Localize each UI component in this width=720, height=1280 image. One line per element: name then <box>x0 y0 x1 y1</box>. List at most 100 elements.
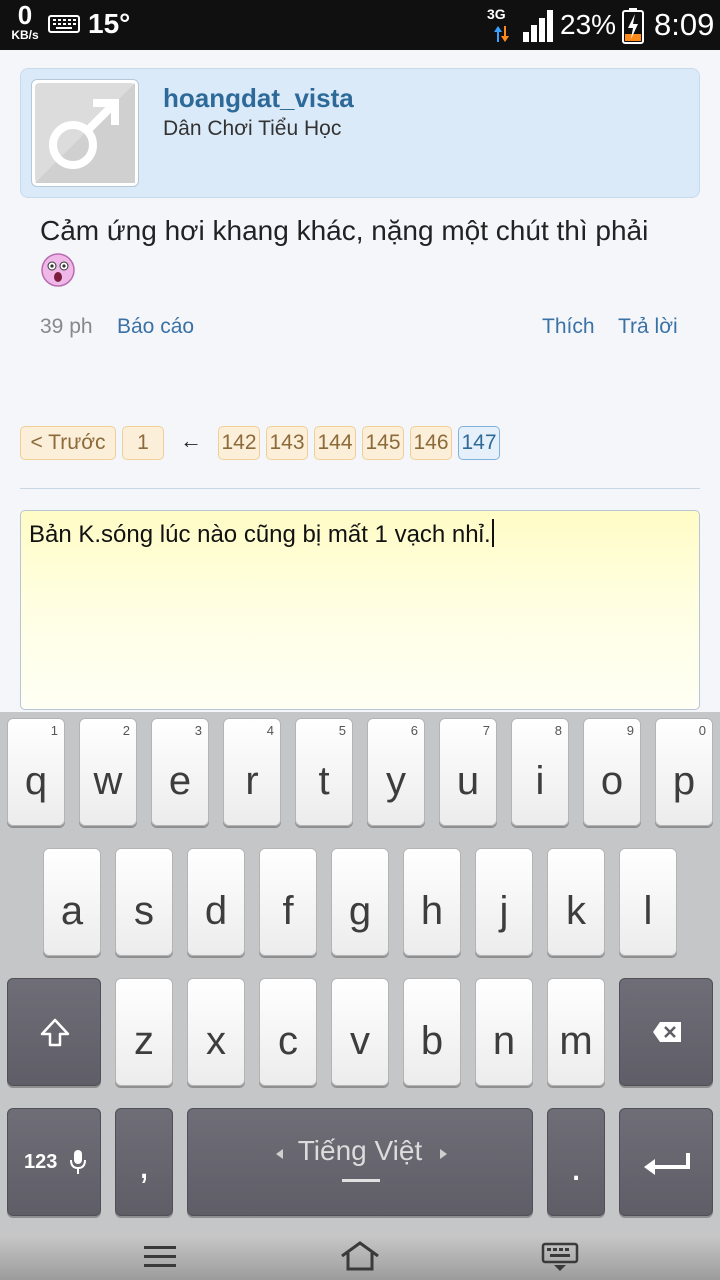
key-label: l <box>643 889 653 933</box>
post-message-text: Cảm ứng hơi khang khác, nặng một chút th… <box>40 215 649 246</box>
post-timestamp: 39 ph <box>40 315 93 338</box>
key-z[interactable]: z <box>115 978 173 1086</box>
post-message: Cảm ứng hơi khang khác, nặng một chút th… <box>40 210 660 294</box>
key-e[interactable]: 3e <box>151 718 209 826</box>
space-key[interactable]: Tiếng Việt <box>187 1108 533 1216</box>
key-label: , <box>138 1143 150 1187</box>
soft-keyboard: 1q 2w 3e 4r 5t 6y 7u 8i 9o 0p a s d f g … <box>0 712 720 1234</box>
backspace-icon <box>653 1022 681 1042</box>
key-label: a <box>60 889 84 933</box>
key-l[interactable]: l <box>619 848 677 956</box>
network-type: 3G <box>487 6 506 22</box>
key-label: o <box>600 759 624 803</box>
data-activity-icon <box>494 26 509 42</box>
key-g[interactable]: g <box>331 848 389 956</box>
temperature: 15° <box>88 8 131 39</box>
key-r[interactable]: 4r <box>223 718 281 826</box>
reply-textarea[interactable]: Bản K.sóng lúc nào cũng bị mất 1 vạch nh… <box>20 510 700 710</box>
signal-strength-icon <box>523 10 553 42</box>
battery-charging-icon <box>622 8 644 44</box>
key-a[interactable]: a <box>43 848 101 956</box>
key-label: z <box>134 1019 154 1063</box>
like-link[interactable]: Thích <box>542 315 595 339</box>
key-x[interactable]: x <box>187 978 245 1086</box>
page-144-button[interactable]: 144 <box>314 426 356 460</box>
male-symbol-icon <box>35 83 135 183</box>
shift-key[interactable] <box>7 978 101 1086</box>
report-link[interactable]: Báo cáo <box>117 315 194 339</box>
post-author-card: hoangdat_vista Dân Chơi Tiểu Học <box>20 68 700 198</box>
post-username[interactable]: hoangdat_vista <box>163 83 354 114</box>
key-t[interactable]: 5t <box>295 718 353 826</box>
key-hint: 3 <box>194 723 202 738</box>
key-label: h <box>420 889 444 933</box>
page-1-button[interactable]: 1 <box>122 426 164 460</box>
key-n[interactable]: n <box>475 978 533 1086</box>
page-143-button[interactable]: 143 <box>266 426 308 460</box>
network-speed-value: 0 <box>17 0 33 30</box>
space-language-label: Tiếng Việt <box>297 1135 423 1166</box>
key-label: c <box>278 1019 298 1063</box>
post-user-title: Dân Chơi Tiểu Học <box>163 117 342 140</box>
key-k[interactable]: k <box>547 848 605 956</box>
avatar[interactable] <box>31 79 139 187</box>
key-o[interactable]: 9o <box>583 718 641 826</box>
key-v[interactable]: v <box>331 978 389 1086</box>
key-hint: 9 <box>626 723 634 738</box>
key-hint: 4 <box>266 723 274 738</box>
backspace-key[interactable] <box>619 978 713 1086</box>
reply-text-value: Bản K.sóng lúc nào cũng bị mất 1 vạch nh… <box>29 521 491 548</box>
symbols-mode-key[interactable]: 123 <box>7 1108 101 1216</box>
enter-key[interactable] <box>619 1108 713 1216</box>
key-label: f <box>282 889 294 933</box>
space-indicator <box>342 1179 380 1182</box>
enter-arrow-icon <box>644 1153 690 1175</box>
divider <box>20 488 700 489</box>
prev-page-button[interactable]: < Trước <box>20 426 116 460</box>
key-i[interactable]: 8i <box>511 718 569 826</box>
key-u[interactable]: 7u <box>439 718 497 826</box>
shift-arrow-icon <box>40 1018 70 1047</box>
reply-link[interactable]: Trả lời <box>618 315 678 339</box>
key-label: n <box>492 1019 516 1063</box>
key-q[interactable]: 1q <box>7 718 65 826</box>
reply-text-line: Bản K.sóng lúc nào cũng bị mất 1 vạch nh… <box>29 519 494 549</box>
key-y[interactable]: 6y <box>367 718 425 826</box>
key-p[interactable]: 0p <box>655 718 713 826</box>
navigation-bar <box>0 1234 720 1280</box>
page-145-button[interactable]: 145 <box>362 426 404 460</box>
key-w[interactable]: 2w <box>79 718 137 826</box>
language-next-icon <box>440 1149 447 1159</box>
key-m[interactable]: m <box>547 978 605 1086</box>
key-h[interactable]: h <box>403 848 461 956</box>
key-hint: 8 <box>554 723 562 738</box>
comma-key[interactable]: , <box>115 1108 173 1216</box>
key-label: b <box>420 1019 444 1063</box>
home-icon[interactable] <box>339 1240 381 1272</box>
period-key[interactable]: . <box>547 1108 605 1216</box>
key-label: i <box>535 759 545 803</box>
menu-icon[interactable] <box>143 1244 177 1270</box>
microphone-icon <box>70 1150 86 1174</box>
clock: 8:09 <box>654 7 715 42</box>
key-label: . <box>570 1145 582 1189</box>
keyboard-icon <box>48 15 80 33</box>
page-142-button[interactable]: 142 <box>218 426 260 460</box>
key-d[interactable]: d <box>187 848 245 956</box>
keyboard-hide-icon[interactable] <box>541 1242 579 1272</box>
key-hint: 5 <box>338 723 346 738</box>
text-caret <box>491 519 494 547</box>
key-hint: 2 <box>122 723 130 738</box>
page-147-current[interactable]: 147 <box>458 426 500 460</box>
key-c[interactable]: c <box>259 978 317 1086</box>
key-label: k <box>566 889 586 933</box>
key-f[interactable]: f <box>259 848 317 956</box>
key-hint: 6 <box>410 723 418 738</box>
key-label: r <box>245 759 259 803</box>
page-146-button[interactable]: 146 <box>410 426 452 460</box>
key-s[interactable]: s <box>115 848 173 956</box>
key-j[interactable]: j <box>475 848 533 956</box>
battery-percent: 23% <box>560 9 617 40</box>
key-b[interactable]: b <box>403 978 461 1086</box>
key-label: d <box>204 889 228 933</box>
